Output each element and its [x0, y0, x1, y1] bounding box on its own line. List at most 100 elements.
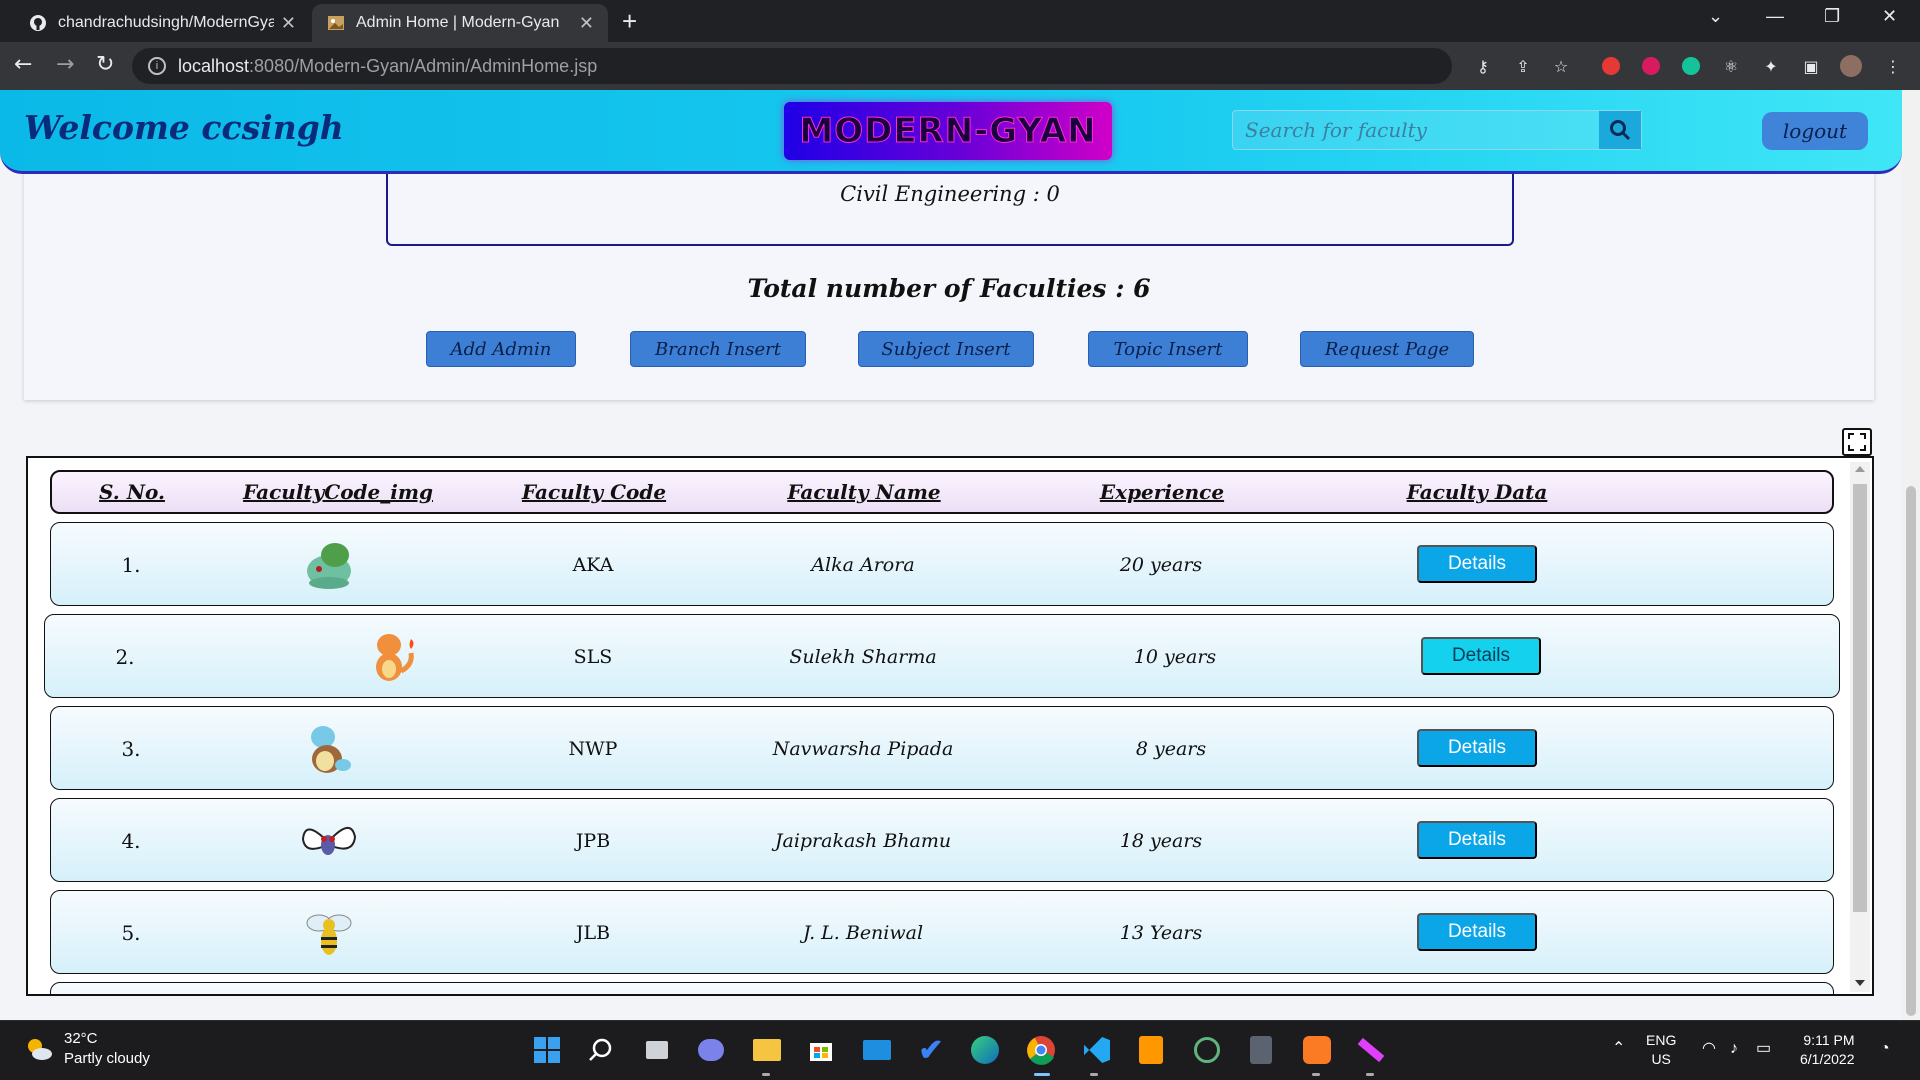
- show-hidden-icons-chevron-icon[interactable]: ⌃: [1612, 1039, 1625, 1058]
- logout-button[interactable]: logout: [1762, 112, 1868, 150]
- clock[interactable]: 9:11 PM 6/1/2022: [1800, 1031, 1855, 1069]
- row-name: Jaiprakash Bhamu: [774, 830, 952, 852]
- table-row: 4. JPB Jaiprakash Bhamu 18 years Details: [50, 798, 1834, 882]
- battery-icon[interactable]: ▭: [1756, 1039, 1771, 1058]
- snipping-tool-icon[interactable]: [1354, 1033, 1388, 1067]
- wifi-icon[interactable]: ◠: [1702, 1039, 1716, 1058]
- scroll-up-arrow-icon[interactable]: [1855, 466, 1865, 472]
- search-button[interactable]: [1599, 111, 1641, 149]
- row-name: Navwarsha Pipada: [772, 738, 954, 760]
- scroll-thumb[interactable]: [1853, 484, 1867, 912]
- details-button[interactable]: Details: [1417, 913, 1537, 951]
- row-experience: 20 years: [1119, 554, 1203, 576]
- col-faculty-code: Faculty Code: [521, 480, 667, 504]
- side-panel-icon[interactable]: ▣: [1800, 55, 1822, 77]
- fullscreen-toggle[interactable]: [1842, 428, 1872, 456]
- scroll-down-arrow-icon[interactable]: [1855, 980, 1865, 986]
- page-scroll-thumb[interactable]: [1906, 486, 1916, 1016]
- extension-block-icon[interactable]: [1640, 55, 1662, 77]
- row-sno: 4.: [121, 829, 141, 853]
- new-tab-plus-icon[interactable]: +: [622, 6, 637, 37]
- url-bar[interactable]: i localhost:8080/Modern-Gyan/Admin/Admin…: [132, 48, 1452, 84]
- row-code: AKA: [572, 554, 614, 576]
- weather-temp: 32°C: [64, 1030, 98, 1047]
- welcome-text: Welcome ccsingh: [24, 108, 344, 147]
- search-input[interactable]: [1233, 111, 1601, 149]
- details-button[interactable]: Details: [1417, 729, 1537, 767]
- taskbar: 32°C Partly cloudy ✔ ⌃ ENG US ◠ ♪ ▭ 9:11…: [0, 1020, 1920, 1080]
- sublime-text-icon[interactable]: [1134, 1033, 1168, 1067]
- faculty-table: S. No. FacultyCode_img Faculty Code Facu…: [26, 456, 1874, 996]
- row-sno: 5.: [121, 921, 141, 945]
- details-button[interactable]: Details: [1417, 545, 1537, 583]
- row-name: Alka Arora: [811, 554, 915, 576]
- task-view-icon[interactable]: [640, 1033, 674, 1067]
- xampp-icon[interactable]: [1300, 1033, 1334, 1067]
- calculator-icon[interactable]: [1244, 1033, 1278, 1067]
- table-row: 2. SLS Sulekh Sharma 10 years Details: [44, 614, 1840, 698]
- row-sno: 3.: [121, 737, 141, 761]
- request-page-button[interactable]: Request Page: [1300, 331, 1474, 367]
- reload-icon[interactable]: ↻: [96, 52, 114, 77]
- tab-github[interactable]: chandrachudsingh/ModernGyan ✕: [14, 4, 310, 42]
- language-indicator[interactable]: ENG US: [1646, 1031, 1676, 1069]
- restore-icon[interactable]: ❐: [1824, 6, 1840, 27]
- profile-avatar[interactable]: [1840, 55, 1862, 77]
- volume-icon[interactable]: ♪: [1730, 1039, 1738, 1058]
- table-row: 5. JLB J. L. Beniwal 13 Years Details: [50, 890, 1834, 974]
- details-button[interactable]: Details: [1417, 821, 1537, 859]
- page-scrollbar[interactable]: [1902, 90, 1920, 1020]
- weather-widget[interactable]: 32°C Partly cloudy: [24, 1029, 150, 1069]
- col-faculty-img: FacultyCode_img: [243, 480, 433, 504]
- vscode-icon[interactable]: [1080, 1033, 1114, 1067]
- url-host: localhost: [178, 55, 250, 76]
- back-icon[interactable]: ←: [14, 52, 32, 77]
- col-faculty-name: Faculty Name: [787, 480, 941, 504]
- subject-insert-button[interactable]: Subject Insert: [858, 331, 1034, 367]
- table-scrollbar[interactable]: [1850, 462, 1870, 992]
- extensions-puzzle-icon[interactable]: ✦: [1760, 55, 1782, 77]
- row-name: Sulekh Sharma: [789, 646, 937, 668]
- browser-tab-bar: chandrachudsingh/ModernGyan ✕ Admin Home…: [0, 0, 1920, 42]
- todo-check-icon[interactable]: ✔: [914, 1033, 948, 1067]
- notifications-icon[interactable]: ◔: [1880, 1039, 1890, 1058]
- extension-hand-icon[interactable]: [1600, 55, 1622, 77]
- mail-icon[interactable]: [860, 1033, 894, 1067]
- details-button[interactable]: Details: [1421, 637, 1541, 675]
- github-icon: [28, 13, 48, 33]
- site-logo[interactable]: Modern-Gyan: [784, 102, 1112, 160]
- tab-admin-home[interactable]: Admin Home | Modern-Gyan ✕: [312, 4, 608, 42]
- atom-editor-icon[interactable]: [1190, 1033, 1224, 1067]
- topic-insert-button[interactable]: Topic Insert: [1088, 331, 1248, 367]
- bookmark-star-icon[interactable]: ☆: [1550, 55, 1572, 77]
- add-admin-button[interactable]: Add Admin: [426, 331, 576, 367]
- squirtle-icon: [311, 726, 351, 773]
- password-key-icon[interactable]: ⚷: [1472, 55, 1494, 77]
- start-windows-icon[interactable]: [530, 1033, 564, 1067]
- branch-count-line: Civil Engineering : 0: [840, 182, 1060, 206]
- minimize-icon[interactable]: —: [1766, 6, 1784, 27]
- close-window-icon[interactable]: ✕: [1882, 6, 1897, 27]
- close-tab-icon[interactable]: ✕: [579, 13, 594, 34]
- grammarly-icon[interactable]: [1680, 55, 1702, 77]
- taskbar-search-icon[interactable]: [584, 1033, 618, 1067]
- site-favicon-icon: [326, 13, 346, 33]
- branch-insert-button[interactable]: Branch Insert: [630, 331, 806, 367]
- microsoft-store-icon[interactable]: [804, 1033, 838, 1067]
- expand-icon: [1848, 433, 1866, 451]
- chrome-browser-icon[interactable]: [1024, 1033, 1058, 1067]
- react-devtools-icon[interactable]: ⚛: [1720, 55, 1742, 77]
- summary-card: Civil Engineering : 0 Total number of Fa…: [24, 150, 1874, 400]
- forward-icon[interactable]: →: [56, 52, 74, 77]
- close-tab-icon[interactable]: ✕: [281, 13, 296, 34]
- file-explorer-icon[interactable]: [750, 1033, 784, 1067]
- menu-kebab-icon[interactable]: ⋮: [1882, 55, 1904, 77]
- share-icon[interactable]: ⇪: [1512, 55, 1534, 77]
- teams-chat-icon[interactable]: [694, 1033, 728, 1067]
- edge-browser-icon[interactable]: [968, 1033, 1002, 1067]
- tab-search-chevron-icon[interactable]: ⌄: [1708, 6, 1723, 27]
- row-experience: 13 Years: [1119, 922, 1203, 944]
- row-sno: 1.: [121, 553, 141, 577]
- faculty-search: [1232, 110, 1642, 150]
- site-info-icon[interactable]: i: [148, 57, 166, 75]
